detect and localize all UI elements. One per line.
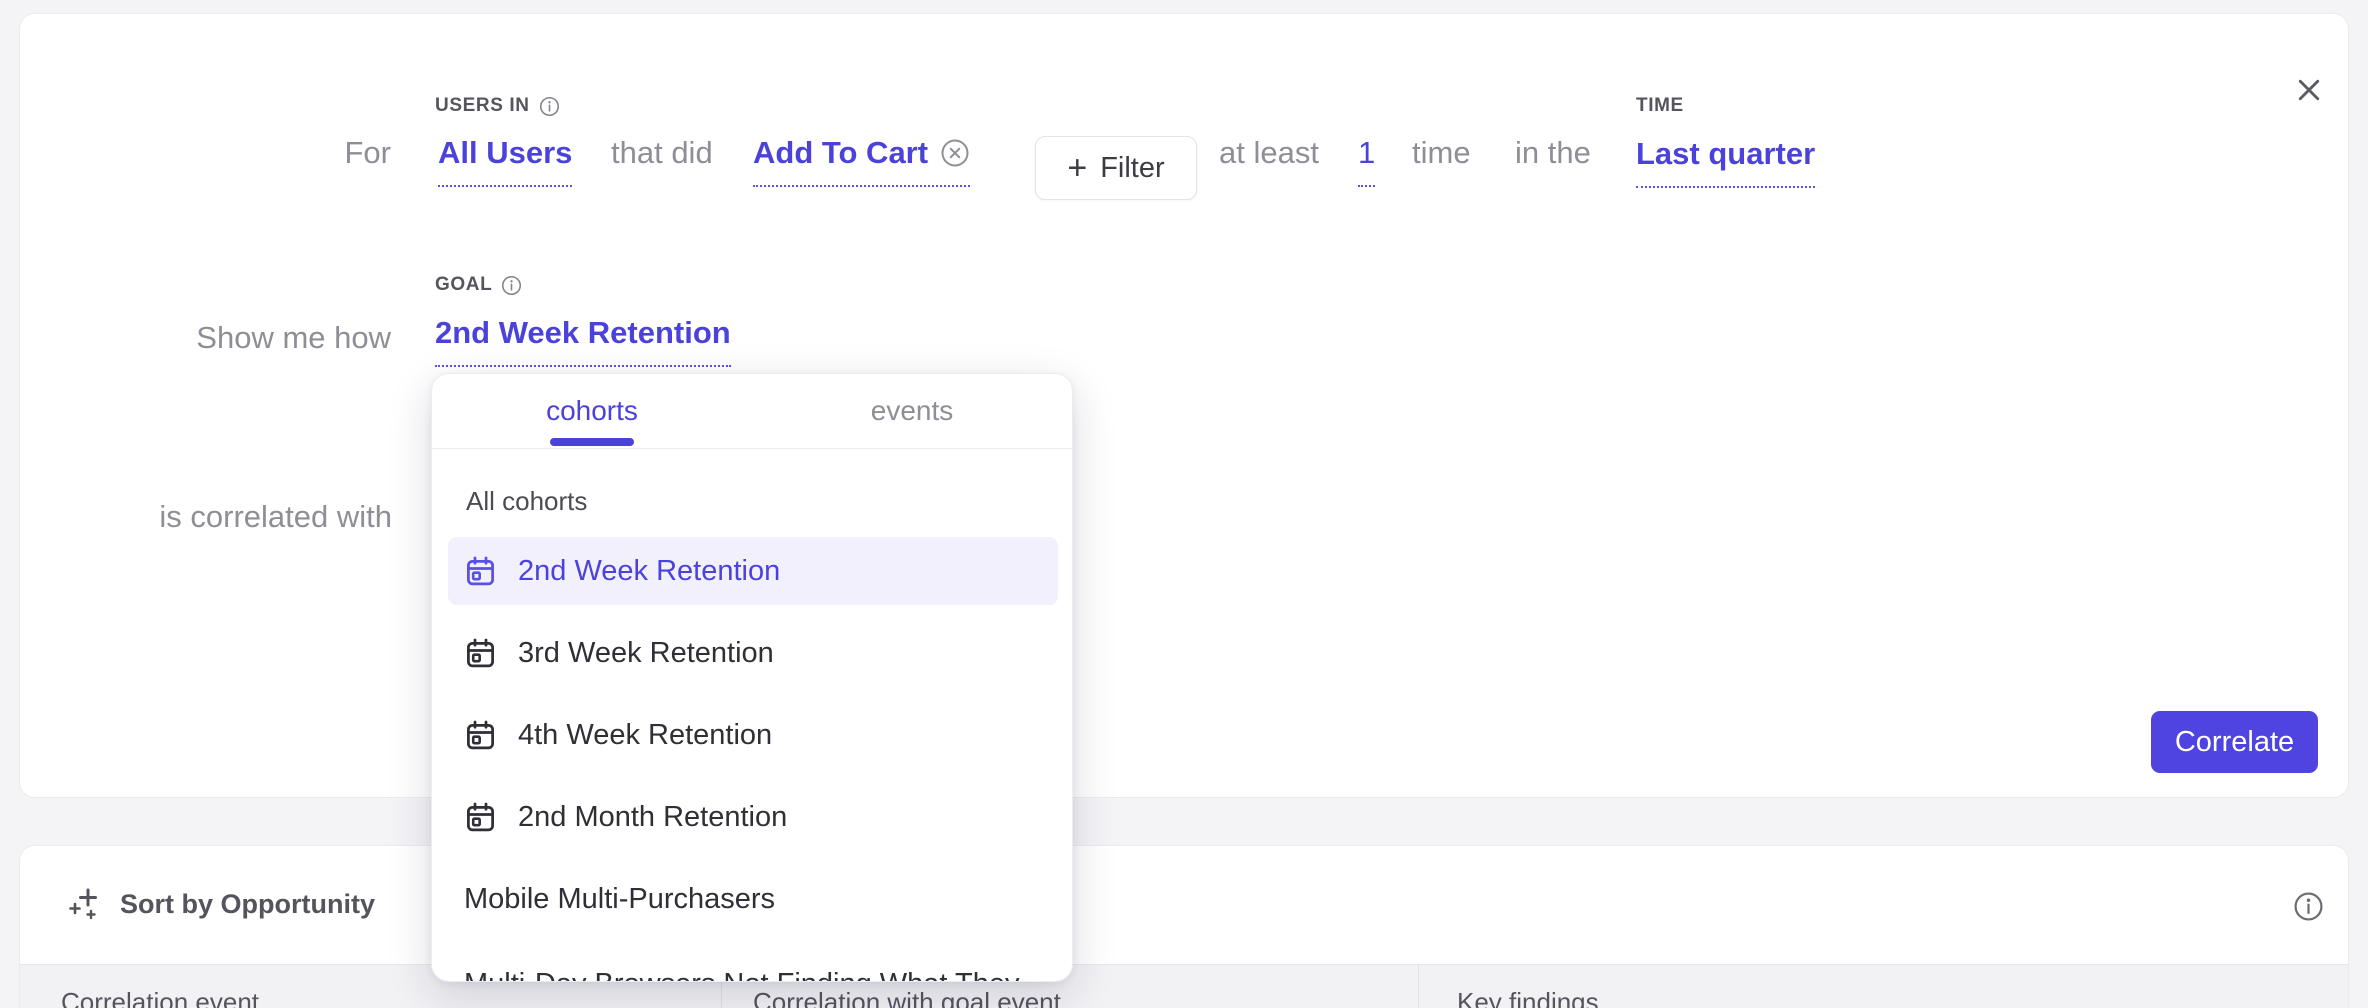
count-value[interactable]: 1 <box>1358 135 1375 187</box>
info-icon[interactable] <box>501 275 522 296</box>
list-item-label: 2nd Month Retention <box>518 801 787 834</box>
plus-icon: + <box>1067 151 1087 185</box>
calendar-icon <box>464 801 497 834</box>
info-icon[interactable] <box>2288 886 2328 926</box>
sentence-in-the: in the <box>1515 135 1591 171</box>
tab-events[interactable]: events <box>752 374 1072 448</box>
users-in-label: USERS IN <box>435 95 560 117</box>
sort-by-opportunity-button[interactable]: Sort by Opportunity <box>68 886 375 922</box>
event-value[interactable]: Add To Cart <box>753 135 970 187</box>
sentence-at-least: at least <box>1219 135 1319 171</box>
list-item-2nd-month-retention[interactable]: 2nd Month Retention <box>448 783 1058 851</box>
remove-event-icon[interactable] <box>940 138 970 168</box>
users-value[interactable]: All Users <box>438 135 572 187</box>
list-item-2nd-week-retention[interactable]: 2nd Week Retention <box>448 537 1058 605</box>
column-header-key-findings: Key findings <box>1457 987 1599 1008</box>
sentence-time: time <box>1412 135 1471 171</box>
users-value-text: All Users <box>438 135 572 171</box>
time-range-value-text: Last quarter <box>1636 136 1815 172</box>
filter-button-label: Filter <box>1100 152 1164 185</box>
calendar-icon <box>464 637 497 670</box>
close-icon[interactable] <box>2286 67 2332 113</box>
goal-value[interactable]: 2nd Week Retention <box>435 315 731 367</box>
cohorts-section-header: All cohorts <box>466 486 587 517</box>
add-filter-button[interactable]: + Filter <box>1035 136 1197 200</box>
column-header-correlation-event: Correlation event <box>61 987 259 1008</box>
users-in-label-text: USERS IN <box>435 95 530 117</box>
sort-by-opportunity-label: Sort by Opportunity <box>120 889 375 920</box>
goal-value-text: 2nd Week Retention <box>435 315 731 351</box>
sparkle-plus-icon <box>68 886 104 922</box>
list-item-4th-week-retention[interactable]: 4th Week Retention <box>448 701 1058 769</box>
column-header-correlation-with-goal: Correlation with goal event <box>753 987 1061 1008</box>
sentence-is-correlated-with: is correlated with <box>141 499 392 535</box>
time-range-value[interactable]: Last quarter <box>1636 136 1815 188</box>
event-value-text: Add To Cart <box>753 135 928 171</box>
goal-label: GOAL <box>435 274 522 296</box>
sentence-show-me-how: Show me how <box>151 320 391 356</box>
column-divider <box>1418 965 1419 1008</box>
list-item-multi-day-browsers[interactable]: Multi-Day Browsers Not Finding What They <box>448 950 1058 982</box>
calendar-icon <box>464 555 497 588</box>
correlate-button[interactable]: Correlate <box>2151 711 2318 773</box>
results-table-header: Correlation event Correlation with goal … <box>20 964 2348 1008</box>
list-item-label: Mobile Multi-Purchasers <box>464 883 775 916</box>
list-item-label: Multi-Day Browsers Not Finding What They <box>464 968 1019 983</box>
info-icon[interactable] <box>539 96 560 117</box>
time-label-text: TIME <box>1636 95 1684 117</box>
list-item-label: 2nd Week Retention <box>518 555 780 588</box>
query-builder-card: USERS IN TIME For All Users that did Add… <box>19 13 2349 798</box>
tab-cohorts[interactable]: cohorts <box>432 374 752 448</box>
list-item-label: 3rd Week Retention <box>518 637 774 670</box>
list-item-3rd-week-retention[interactable]: 3rd Week Retention <box>448 619 1058 687</box>
results-header: Sort by Opportunity <box>20 846 2348 964</box>
list-item-label: 4th Week Retention <box>518 719 772 752</box>
time-label: TIME <box>1636 95 1684 117</box>
goal-picker-dropdown: cohorts events All cohorts 2nd Week Rete… <box>431 373 1073 982</box>
sentence-for: For <box>201 135 391 171</box>
goal-label-text: GOAL <box>435 274 492 296</box>
signal-correlation-screen: USERS IN TIME For All Users that did Add… <box>0 0 2368 1008</box>
list-item-mobile-multi-purchasers[interactable]: Mobile Multi-Purchasers <box>448 865 1058 933</box>
results-card: Sort by Opportunity Correlation event Co… <box>19 845 2349 1008</box>
dropdown-tabs: cohorts events <box>432 374 1072 449</box>
calendar-icon <box>464 719 497 752</box>
sentence-that-did: that did <box>611 135 713 171</box>
count-value-text: 1 <box>1358 135 1375 171</box>
